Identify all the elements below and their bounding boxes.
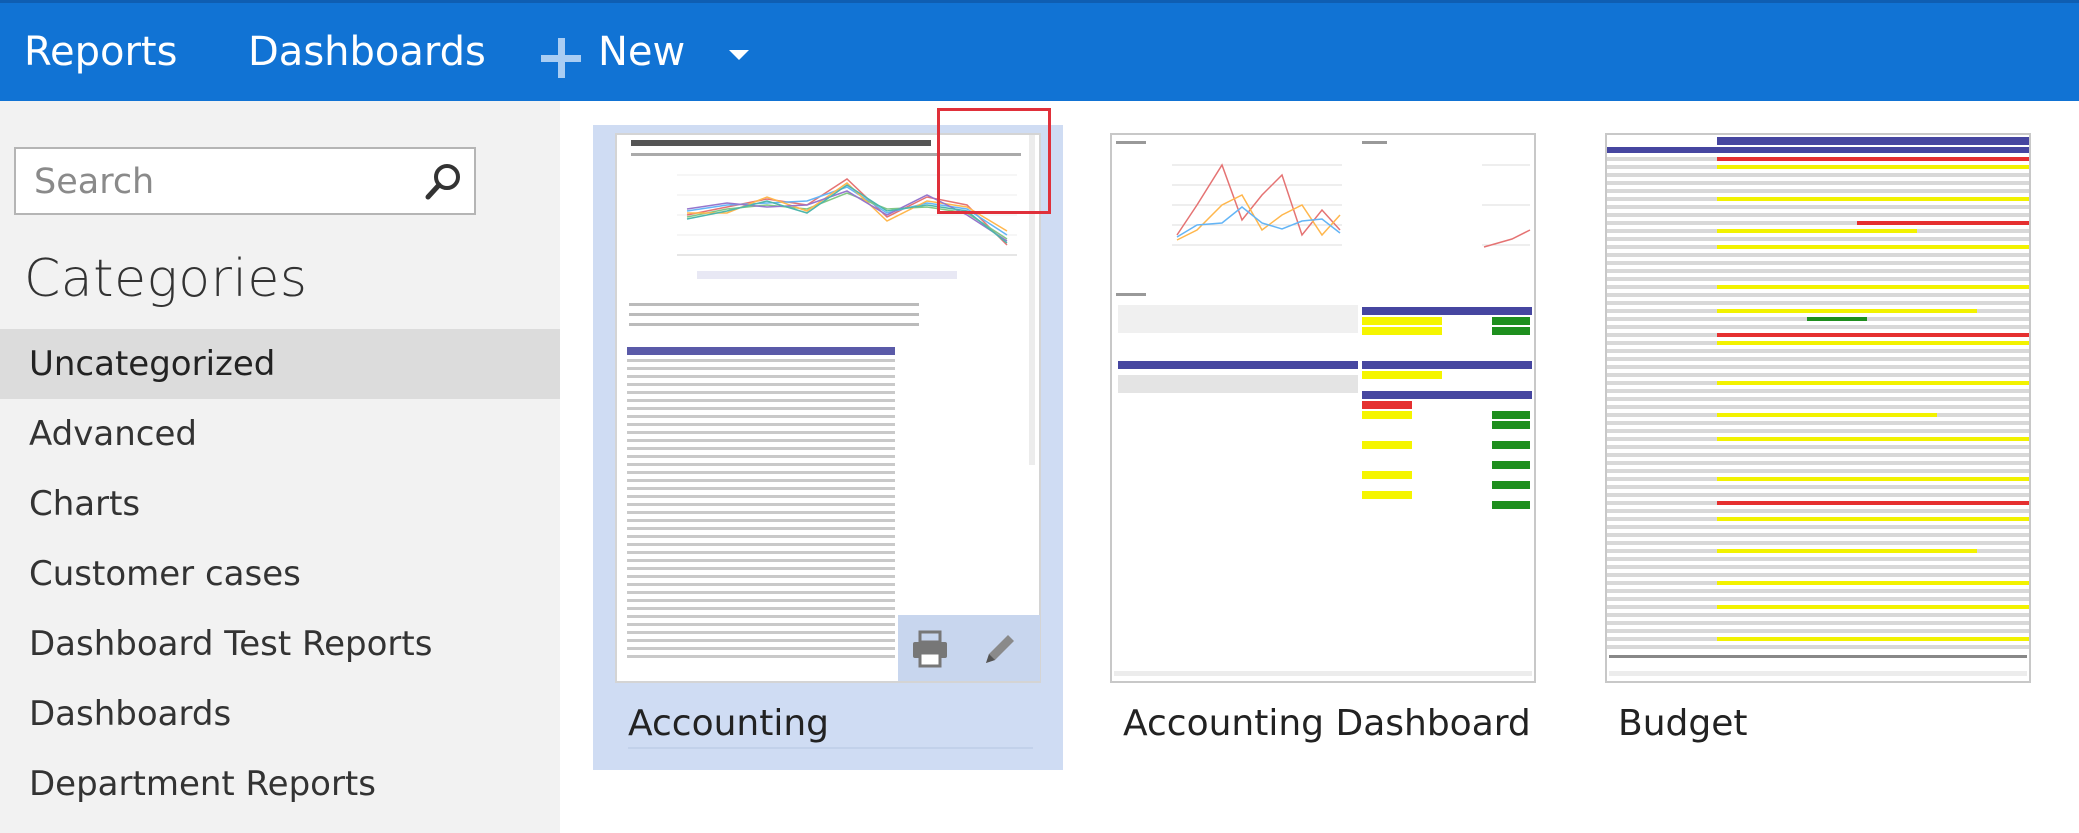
report-card-accounting[interactable]: Accounting <box>593 125 1063 770</box>
report-action-bar <box>898 615 1040 681</box>
report-thumbnail <box>1110 133 1536 683</box>
category-item-dashboard-test-reports[interactable]: Dashboard Test Reports <box>0 609 560 679</box>
report-title[interactable]: Accounting Dashboard <box>1123 703 1531 744</box>
plus-icon[interactable] <box>541 38 581 78</box>
search-input[interactable] <box>32 149 416 215</box>
report-title[interactable]: Budget <box>1618 703 1747 744</box>
category-list: Uncategorized Advanced Charts Customer c… <box>0 329 560 819</box>
report-title[interactable]: Accounting <box>628 703 829 744</box>
search-box <box>14 147 476 215</box>
report-thumbnail <box>615 133 1041 683</box>
nav-dashboards[interactable]: Dashboards <box>248 27 486 77</box>
category-item-dashboards[interactable]: Dashboards <box>0 679 560 749</box>
edit-icon[interactable] <box>980 629 1020 669</box>
report-thumbnail <box>1605 133 2031 683</box>
highlight-annotation-box <box>937 108 1051 214</box>
report-card-budget[interactable]: Budget <box>1583 125 2053 770</box>
nav-reports[interactable]: Reports <box>24 27 177 77</box>
card-divider <box>628 747 1033 749</box>
category-item-customer-cases[interactable]: Customer cases <box>0 539 560 609</box>
category-item-uncategorized[interactable]: Uncategorized <box>0 329 560 399</box>
category-item-advanced[interactable]: Advanced <box>0 399 560 469</box>
chevron-down-icon[interactable] <box>729 50 749 60</box>
categories-heading: Categories <box>24 249 308 309</box>
category-item-department-reports[interactable]: Department Reports <box>0 749 560 819</box>
top-nav-bar: Reports Dashboards New <box>0 0 2079 101</box>
sidebar: Categories Uncategorized Advanced Charts… <box>0 101 560 833</box>
nav-new-button[interactable]: New <box>598 27 685 77</box>
print-icon[interactable] <box>910 629 950 669</box>
category-item-charts[interactable]: Charts <box>0 469 560 539</box>
search-icon[interactable] <box>424 161 464 201</box>
report-card-accounting-dashboard[interactable]: Accounting Dashboard <box>1088 125 1558 770</box>
